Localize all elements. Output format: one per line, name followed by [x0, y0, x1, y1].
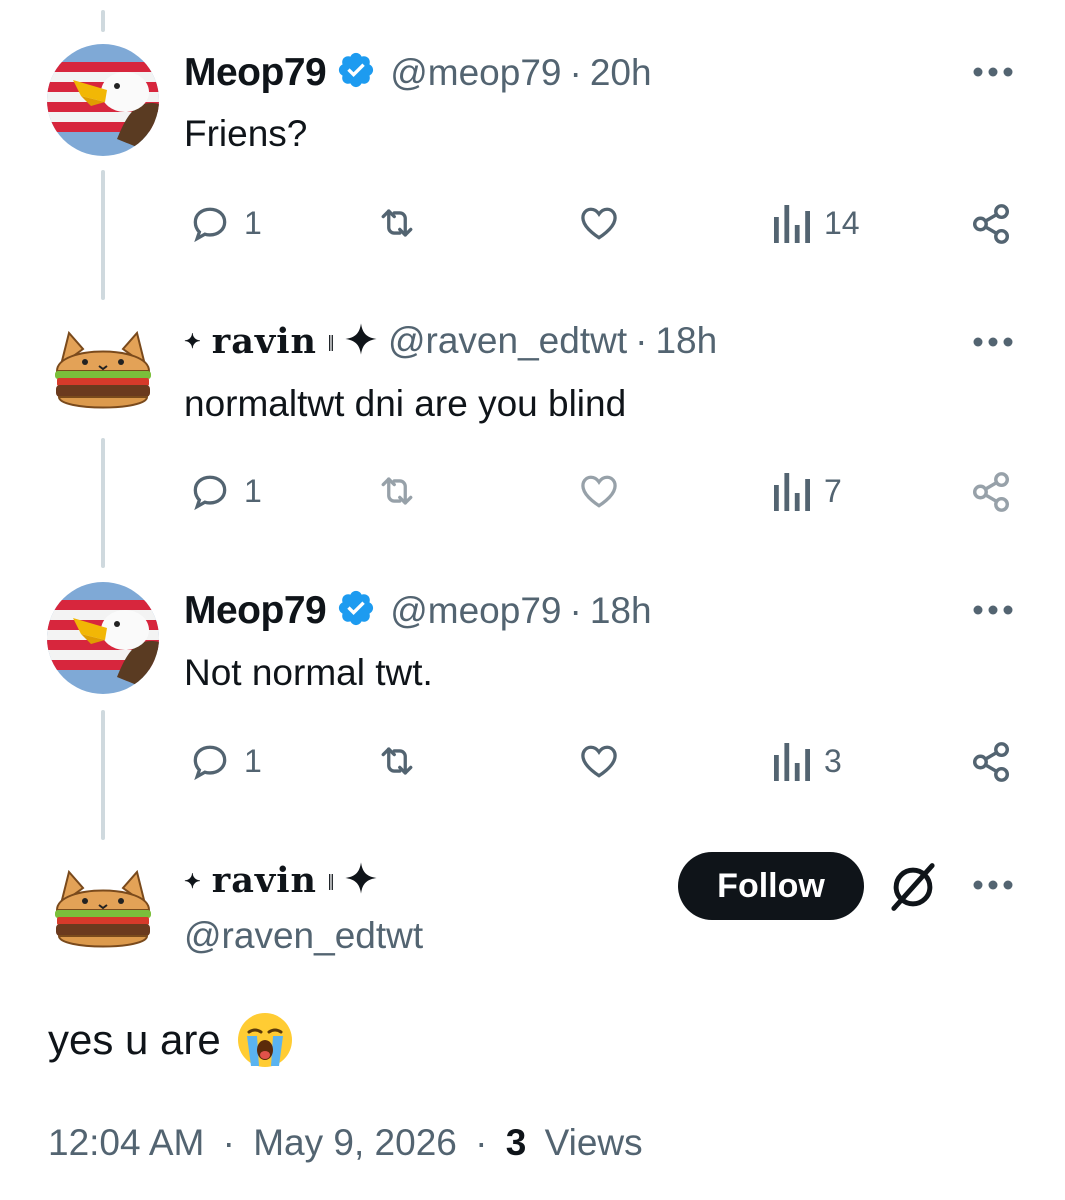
avatar[interactable] — [47, 313, 159, 425]
view-count: 14 — [824, 204, 860, 241]
more-icon[interactable] — [972, 878, 1014, 892]
handle[interactable]: @meop79 — [390, 52, 561, 94]
reply-button[interactable]: 1 — [188, 739, 262, 783]
loudly-crying-face-icon — [237, 1013, 292, 1067]
views-button[interactable]: 14 — [772, 201, 860, 245]
tweet-actions: 1 3 — [184, 739, 1024, 789]
share-button[interactable] — [968, 739, 1014, 785]
reply-button[interactable]: 1 — [188, 201, 262, 245]
tweet-header: Meop79 @meop79 · 18h — [184, 588, 652, 633]
tweet-text: Not normal twt. — [184, 652, 433, 693]
share-icon — [972, 204, 1010, 244]
share-icon — [972, 472, 1010, 512]
grok-icon[interactable] — [886, 860, 940, 919]
verified-badge-icon — [336, 50, 376, 95]
eagle-flag-avatar-icon — [47, 582, 159, 694]
bars-icon: ‖ — [326, 871, 336, 890]
tweet-actions: 1 14 — [184, 201, 1024, 251]
bars-icon: ‖ — [326, 331, 336, 351]
timestamp[interactable]: 18h — [590, 590, 652, 632]
tweet-text: yes u are — [48, 1016, 221, 1063]
handle[interactable]: @meop79 — [390, 590, 561, 632]
avatar[interactable] — [47, 44, 159, 156]
separator: · — [569, 589, 582, 631]
like-button[interactable] — [576, 201, 622, 245]
separator: · — [222, 1122, 235, 1163]
heart-icon — [581, 745, 617, 778]
reply-icon — [193, 745, 227, 781]
reply-icon — [193, 207, 227, 243]
view-count: 3 — [824, 742, 842, 779]
tweet-text: normaltwt dni are you blind — [184, 383, 627, 424]
display-name[interactable]: Meop79 — [184, 589, 327, 633]
heart-icon — [581, 475, 617, 508]
display-name[interactable]: Meop79 — [184, 51, 327, 95]
author-handle-row: @raven_edtwt — [184, 915, 423, 957]
tweet-time[interactable]: 12:04 AM — [48, 1122, 204, 1163]
tweet-header: Meop79 @meop79 · 20h — [184, 50, 652, 95]
timestamp[interactable]: 18h — [655, 320, 717, 362]
views-button[interactable]: 7 — [772, 469, 842, 513]
reply-count: 1 — [244, 472, 262, 509]
more-icon[interactable] — [972, 65, 1014, 79]
views-count: 3 — [505, 1122, 527, 1163]
share-button[interactable] — [968, 201, 1014, 247]
tweet-actions: 1 7 — [184, 469, 1024, 519]
handle[interactable]: @raven_edtwt — [388, 320, 627, 362]
share-icon — [972, 742, 1010, 782]
more-icon[interactable] — [972, 335, 1014, 349]
timestamp[interactable]: 20h — [590, 52, 652, 94]
display-name-text: ravin — [211, 320, 317, 362]
display-name[interactable]: ✦ ravin ‖ — [184, 860, 344, 901]
burger-cat-avatar-icon — [47, 313, 159, 425]
repost-icon — [381, 209, 413, 237]
views-label: Views — [544, 1122, 643, 1163]
tweet-text-row: yes u are — [48, 1010, 295, 1070]
burger-cat-avatar-icon — [47, 852, 159, 964]
verified-badge-icon — [336, 588, 376, 633]
handle[interactable]: @raven_edtwt — [184, 915, 423, 957]
display-name-text: ravin — [211, 860, 317, 901]
avatar[interactable] — [47, 852, 159, 964]
analytics-icon — [774, 743, 810, 781]
analytics-icon — [774, 205, 810, 243]
sparkle-icon: ✦ — [184, 868, 202, 893]
more-icon[interactable] — [972, 603, 1014, 617]
thread-line — [101, 710, 105, 840]
star-icon — [344, 322, 378, 361]
avatar[interactable] — [47, 582, 159, 694]
repost-icon — [381, 477, 413, 505]
view-count: 7 — [824, 472, 842, 509]
star-icon — [344, 861, 378, 900]
thread-line — [101, 10, 105, 32]
analytics-icon — [774, 473, 810, 511]
share-button[interactable] — [968, 469, 1014, 515]
thread-line — [101, 170, 105, 300]
separator: · — [475, 1122, 488, 1163]
like-button[interactable] — [576, 739, 622, 783]
tweet-meta: 12:04 AM · May 9, 2026 · 3 Views — [48, 1122, 643, 1164]
reply-count: 1 — [244, 204, 262, 241]
eagle-flag-avatar-icon — [47, 44, 159, 156]
repost-icon — [381, 747, 413, 775]
repost-button[interactable] — [374, 201, 420, 245]
repost-button[interactable] — [374, 739, 420, 783]
separator: · — [635, 320, 648, 361]
heart-icon — [581, 207, 617, 240]
reply-button[interactable]: 1 — [188, 469, 262, 513]
views-button[interactable]: 3 — [772, 739, 842, 783]
tweet-header: ✦ ravin ‖ @raven_edtwt · 18h — [184, 320, 717, 362]
author-name-row: ✦ ravin ‖ — [184, 860, 388, 901]
sparkle-icon: ✦ — [184, 329, 202, 353]
separator: · — [569, 51, 582, 93]
tweet-text: Friens? — [184, 113, 308, 154]
reply-count: 1 — [244, 742, 262, 779]
follow-button[interactable]: Follow — [678, 852, 864, 920]
tweet-date[interactable]: May 9, 2026 — [253, 1122, 457, 1163]
reply-icon — [193, 475, 227, 511]
thread-line — [101, 438, 105, 568]
display-name[interactable]: ✦ ravin ‖ — [184, 321, 344, 362]
like-button[interactable] — [576, 469, 622, 513]
repost-button[interactable] — [374, 469, 420, 513]
